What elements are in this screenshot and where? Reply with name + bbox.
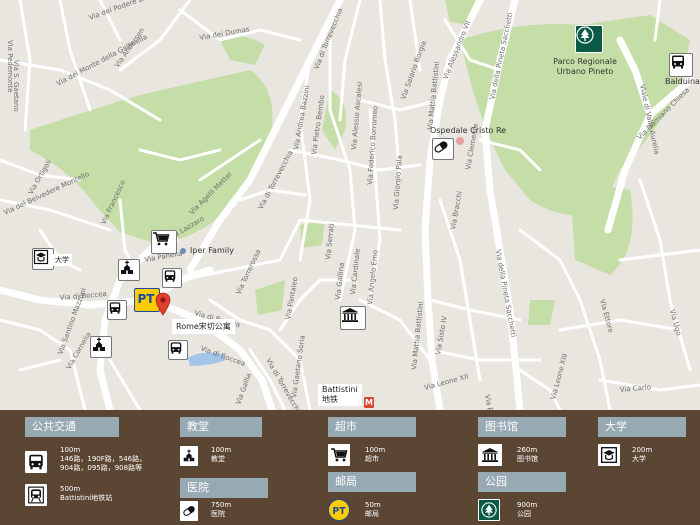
battistini-name: Battistini: [322, 385, 358, 394]
hospital-marker[interactable]: [432, 138, 454, 160]
legend-park-distance: 900m: [517, 501, 538, 509]
apartment-label: Rome宋切公寓: [172, 319, 235, 334]
legend-library-name: 图书馆: [517, 455, 538, 463]
legend-title-post: 邮局: [328, 472, 416, 492]
bus-icon: [170, 342, 182, 354]
legend-post-distance: 50m: [365, 501, 381, 509]
pill-icon: [183, 506, 195, 516]
legend-title-supermarket: 超市: [328, 417, 416, 437]
bus-stop-marker[interactable]: [162, 268, 182, 288]
church-marker[interactable]: [118, 259, 140, 281]
store-dot-icon: [180, 248, 186, 254]
legend-university-name: 大学: [632, 455, 646, 463]
location-pin-icon: [155, 292, 171, 316]
tree-icon: [576, 26, 594, 44]
road-label: Via Pedemonte: [6, 40, 14, 93]
legend-supermarket-icon-box: [328, 444, 350, 466]
svg-text:PT: PT: [138, 292, 156, 306]
legend-library-distance: 260m: [517, 446, 538, 454]
apartment-location-pin[interactable]: [155, 292, 171, 316]
bus-icon: [109, 302, 121, 314]
church-marker[interactable]: [90, 336, 112, 358]
legend-park-icon-box: [478, 499, 500, 521]
hospital-place-label: Ospedale Cristo Re: [430, 126, 506, 135]
legend-bus-lines-2: 904路，095路，908路等: [60, 464, 143, 472]
pt-post-icon: PT: [332, 506, 346, 517]
hospital-dot-icon: [456, 137, 464, 145]
shopping-cart-icon: [331, 448, 348, 462]
bus-stop-marker[interactable]: [669, 53, 693, 77]
park-place-label-line2: Urbano Pineto: [557, 67, 614, 76]
legend-post-icon-box: PT: [328, 499, 350, 521]
legend-university-distance: 200m: [632, 446, 653, 454]
legend-church-distance: 100m: [211, 446, 232, 454]
legend-hospital-name: 医院: [211, 510, 225, 518]
legend-hospital-icon-box: [180, 501, 198, 521]
university-icon: [601, 447, 617, 463]
library-marker[interactable]: [340, 306, 366, 330]
legend-title-park: 公园: [478, 472, 566, 492]
university-marker[interactable]: [32, 248, 54, 270]
legend-title-church: 教堂: [180, 417, 262, 437]
legend-panel: 公共交通 100m 146路，190F路，546路， 904路，095路，908…: [0, 410, 700, 525]
library-building-icon: [482, 448, 498, 462]
pill-icon: [434, 141, 448, 153]
metro-train-icon: [28, 486, 44, 504]
tree-icon: [481, 502, 497, 518]
park-place-label-line1: Parco Regionale: [553, 57, 617, 66]
metro-station-marker[interactable]: M: [364, 397, 374, 408]
church-icon: [93, 337, 105, 351]
iper-family-label: Iper Family: [190, 246, 234, 255]
legend-hospital-distance: 750m: [211, 501, 232, 509]
legend-university-icon-box: [598, 444, 620, 466]
pt-post-icon: PT: [138, 292, 156, 306]
legend-title-transit: 公共交通: [25, 417, 119, 437]
park-marker[interactable]: [575, 25, 603, 53]
balduina-label: Balduina: [665, 77, 700, 86]
legend-library-icon-box: [478, 444, 502, 466]
svg-text:PT: PT: [332, 506, 346, 517]
university-map-label: 大学: [52, 254, 72, 266]
legend-park-name: 公园: [517, 510, 531, 518]
legend-title-library: 图书馆: [478, 417, 566, 437]
shopping-cart-icon: [153, 232, 170, 246]
legend-title-hospital: 医院: [180, 478, 268, 498]
battistini-station-label: Battistini 地铁: [318, 384, 362, 406]
battistini-subtitle: 地铁: [322, 395, 338, 404]
legend-bus-lines-1: 146路，190F路，546路，: [60, 455, 147, 463]
bus-stop-marker[interactable]: [107, 300, 127, 320]
legend-bus-distance: 100m: [60, 446, 81, 454]
map-area[interactable]: Via del Podere Zara Via S. Gaetano Via P…: [0, 0, 700, 410]
bus-icon: [29, 454, 43, 470]
supermarket-marker[interactable]: [151, 230, 177, 254]
library-building-icon: [342, 308, 358, 322]
church-icon: [183, 449, 195, 462]
metro-m-icon: M: [365, 398, 373, 407]
legend-metro-name: Battistini地铁站: [60, 494, 113, 502]
legend-supermarket-name: 超市: [365, 455, 379, 463]
bus-icon: [164, 270, 176, 282]
legend-title-university: 大学: [598, 417, 686, 437]
church-icon: [121, 260, 133, 274]
legend-supermarket-distance: 100m: [365, 446, 386, 454]
legend-church-name: 教堂: [211, 455, 225, 463]
legend-metro-distance: 500m: [60, 485, 81, 493]
university-icon: [33, 249, 49, 265]
bus-icon: [672, 55, 684, 69]
legend-metro-icon-box: [25, 484, 47, 506]
legend-church-icon-box: [180, 446, 198, 466]
bus-stop-marker[interactable]: [168, 340, 188, 360]
legend-bus-icon-box: [25, 451, 47, 473]
legend-post-name: 邮局: [365, 510, 379, 518]
